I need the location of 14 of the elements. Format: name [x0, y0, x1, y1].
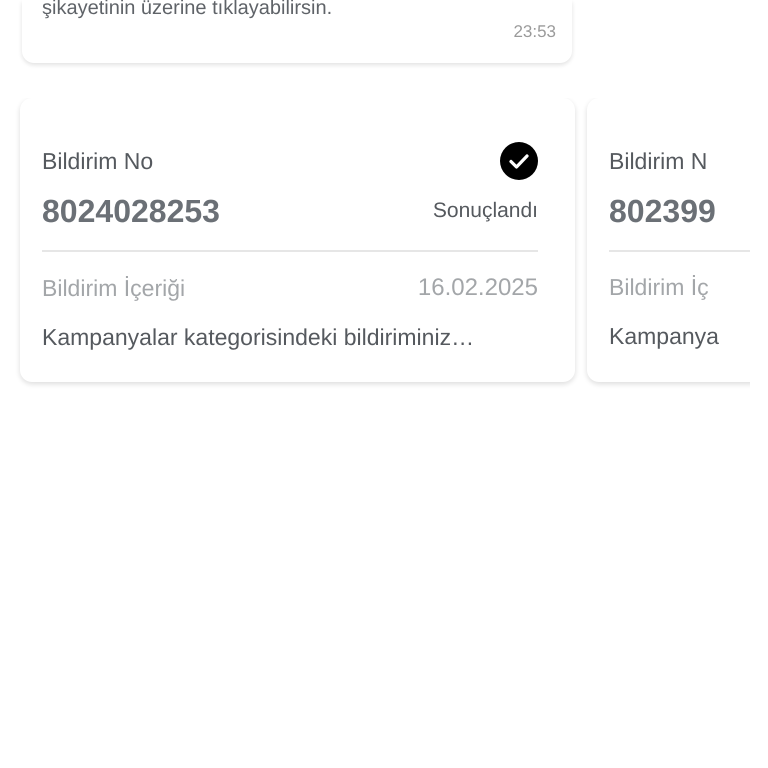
notification-content: Kampanya [609, 323, 720, 350]
message-time: 23:53 [513, 22, 556, 42]
notification-content: Kampanyalar kategorisindeki bildiriminiz… [42, 324, 476, 351]
content-label: Bildirim İçeriği [42, 274, 186, 302]
notification-date: 16.02.2025 [418, 274, 538, 302]
check-icon [500, 142, 538, 180]
content-label: Bildirim İç [609, 274, 709, 301]
notification-number: 802399 [609, 192, 716, 230]
notification-card[interactable]: Bildirim No 8024028253 Sonuçlandı Bildirim İçeriği 16.02.2025 Kampanyalar kategorisindeki bildiriminiz… [20, 98, 575, 382]
status-text: Sonuçlandı [432, 199, 538, 223]
number-label: Bildirim No [42, 148, 154, 174]
number-label: Bildirim N [609, 148, 708, 174]
notification-number: 8024028253 [42, 192, 220, 230]
notification-card[interactable]: Bildirim N 802399 Bildirim İç Kampanya [587, 98, 750, 382]
